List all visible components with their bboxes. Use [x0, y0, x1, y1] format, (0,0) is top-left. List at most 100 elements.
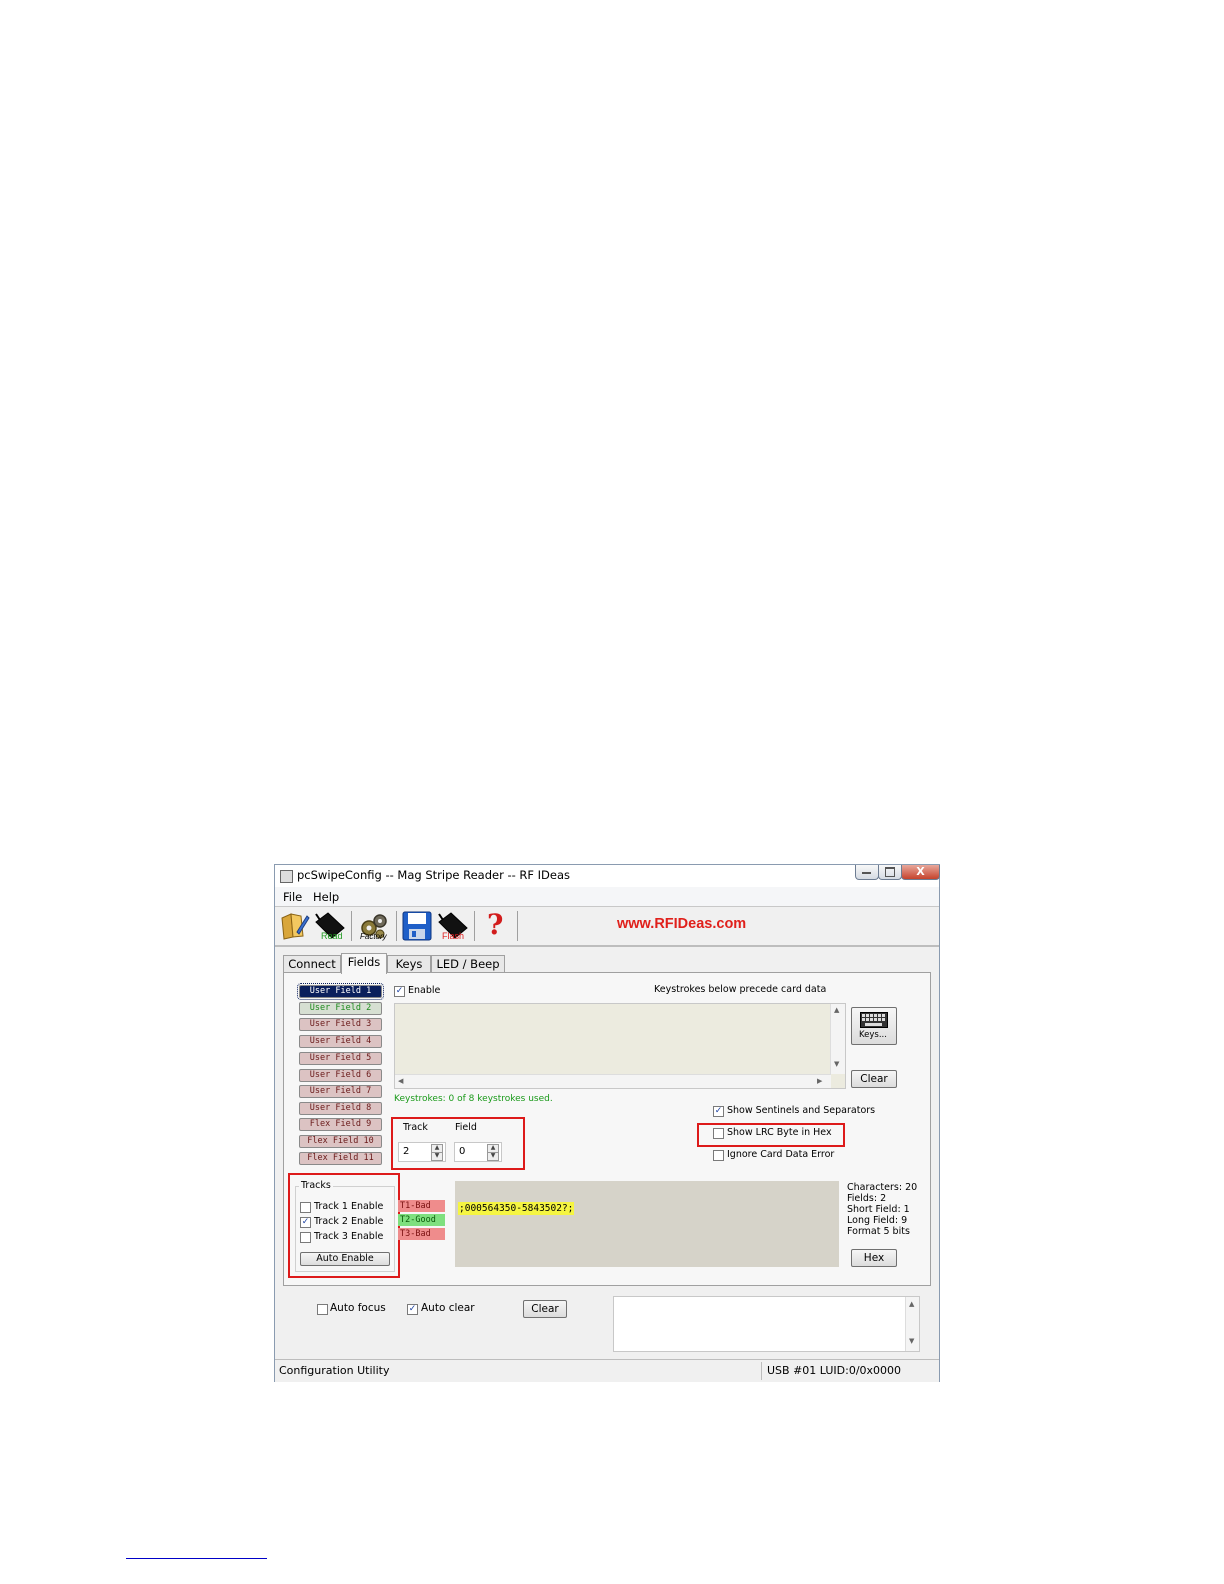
toolbar: Read Factory Flash ? www.RFIDeas.com [275, 907, 939, 947]
enable-label: Enable [408, 985, 441, 996]
show-sentinels-checkbox[interactable]: ✓ [713, 1106, 724, 1117]
toolbar-separator [351, 911, 352, 941]
maximize-button[interactable] [878, 865, 902, 880]
show-lrc-checkbox[interactable] [713, 1128, 724, 1139]
scroll-up-arrow-icon[interactable]: ▲ [834, 1006, 839, 1014]
user-field-7-button[interactable]: User Field 7 [299, 1085, 382, 1098]
user-field-2-button[interactable]: User Field 2 [299, 1002, 382, 1015]
factory-label: Factory [360, 932, 387, 941]
app-icon [280, 870, 293, 883]
track-stepper[interactable]: 2 ▲ ▼ [398, 1142, 446, 1162]
user-field-4-button[interactable]: User Field 4 [299, 1035, 382, 1048]
toolbar-separator [517, 911, 518, 941]
read-label: Read [321, 931, 343, 941]
card-data-display: ;000564350-5843502?; [455, 1181, 839, 1267]
track-value: 2 [403, 1146, 410, 1157]
flex-field-9-button[interactable]: Flex Field 9 [299, 1118, 382, 1131]
auto-focus-label: Auto focus [330, 1302, 386, 1314]
auto-clear-label: Auto clear [421, 1302, 475, 1314]
format-info: Format 5 bits [847, 1226, 910, 1237]
keystrokes-textarea[interactable]: ▲ ▼ ◀ ▶ [394, 1003, 846, 1089]
keys-button[interactable]: Keys... [851, 1007, 897, 1045]
field-label: Field [455, 1122, 477, 1133]
menu-bar: File Help [275, 887, 939, 907]
track-2-label: Track 2 Enable [314, 1216, 384, 1227]
scroll-down-arrow-icon[interactable]: ▼ [909, 1337, 914, 1345]
keyboard-icon [860, 1012, 888, 1028]
auto-enable-button[interactable]: Auto Enable [300, 1252, 390, 1266]
status-divider [761, 1362, 762, 1380]
website-link[interactable]: www.RFIDeas.com [617, 916, 746, 932]
toolbar-separator [396, 911, 397, 941]
ignore-error-label: Ignore Card Data Error [727, 1149, 835, 1160]
show-lrc-label: Show LRC Byte in Hex [727, 1127, 832, 1138]
tab-led-beep[interactable]: LED / Beep [431, 955, 505, 973]
tab-fields[interactable]: Fields [341, 953, 387, 974]
field-stepper[interactable]: 0 ▲ ▼ [454, 1142, 502, 1162]
footnote-separator-line [126, 1558, 267, 1559]
track-3-label: Track 3 Enable [314, 1231, 384, 1242]
track-2-status: T2-Good [398, 1214, 445, 1226]
toolbar-separator [474, 911, 475, 941]
auto-clear-checkbox[interactable]: ✓ [407, 1304, 418, 1315]
app-window: pcSwipeConfig -- Mag Stripe Reader -- RF… [274, 864, 940, 1382]
scroll-left-arrow-icon[interactable]: ◀ [398, 1077, 403, 1085]
track-1-checkbox[interactable] [300, 1202, 311, 1213]
tab-keys[interactable]: Keys [387, 955, 431, 973]
status-bar: Configuration Utility USB #01 LUID:0/0x0… [275, 1359, 939, 1382]
track-label: Track [403, 1122, 428, 1133]
short-field-info: Short Field: 1 [847, 1204, 910, 1215]
user-field-8-button[interactable]: User Field 8 [299, 1102, 382, 1115]
field-value: 0 [459, 1146, 466, 1157]
long-field-info: Long Field: 9 [847, 1215, 908, 1226]
flex-field-10-button[interactable]: Flex Field 10 [299, 1135, 382, 1148]
menu-file[interactable]: File [283, 890, 302, 904]
track-3-status: T3-Bad [398, 1228, 445, 1240]
tracks-group-label: Tracks [299, 1180, 333, 1191]
close-button[interactable]: X [901, 865, 940, 880]
user-field-1-button[interactable]: User Field 1 [297, 983, 384, 1000]
user-field-3-button[interactable]: User Field 3 [299, 1018, 382, 1031]
track-1-status: T1-Bad [398, 1200, 445, 1212]
fields-panel: User Field 1 User Field 2 User Field 3 U… [283, 972, 931, 1286]
fields-count: Fields: 2 [847, 1193, 887, 1204]
scroll-up-arrow-icon[interactable]: ▲ [909, 1300, 914, 1308]
log-scrollbar[interactable]: ▲ ▼ [905, 1297, 919, 1351]
flex-field-11-button[interactable]: Flex Field 11 [299, 1152, 382, 1165]
tab-connect[interactable]: Connect [283, 955, 341, 973]
user-field-5-button[interactable]: User Field 5 [299, 1052, 382, 1065]
menu-help[interactable]: Help [313, 890, 339, 904]
minimize-icon [862, 872, 871, 874]
open-folder-icon[interactable] [279, 910, 311, 942]
status-left: Configuration Utility [279, 1364, 390, 1377]
hex-button[interactable]: Hex [851, 1249, 897, 1267]
bottom-clear-button[interactable]: Clear [523, 1300, 567, 1318]
keystroke-clear-button[interactable]: Clear [851, 1070, 897, 1088]
stepper-down-icon[interactable]: ▼ [431, 1152, 443, 1161]
save-disk-icon[interactable] [401, 910, 433, 942]
close-icon: X [916, 865, 925, 878]
help-question-icon[interactable]: ? [487, 908, 503, 941]
stepper-down-icon[interactable]: ▼ [487, 1152, 499, 1161]
log-output-box[interactable]: ▲ ▼ [613, 1296, 920, 1352]
user-field-6-button[interactable]: User Field 6 [299, 1069, 382, 1082]
keystrokes-used-text: Keystrokes: 0 of 8 keystrokes used. [394, 1094, 553, 1104]
enable-checkbox[interactable]: ✓ [394, 986, 405, 997]
characters-count: Characters: 20 [847, 1182, 918, 1193]
track-2-checkbox[interactable]: ✓ [300, 1217, 311, 1228]
track-3-checkbox[interactable] [300, 1232, 311, 1243]
keys-button-label: Keys... [859, 1030, 887, 1040]
card-data-text: ;000564350-5843502?; [458, 1202, 575, 1215]
ignore-error-checkbox[interactable] [713, 1150, 724, 1161]
horizontal-scrollbar[interactable]: ◀ ▶ [395, 1074, 831, 1088]
flash-label: Flash [442, 931, 465, 941]
vertical-scrollbar[interactable]: ▲ ▼ [830, 1004, 845, 1074]
track-1-label: Track 1 Enable [314, 1201, 384, 1212]
auto-focus-checkbox[interactable] [317, 1304, 328, 1315]
scroll-right-arrow-icon[interactable]: ▶ [817, 1077, 822, 1085]
minimize-button[interactable] [855, 865, 879, 880]
show-sentinels-label: Show Sentinels and Separators [727, 1105, 876, 1116]
window-title: pcSwipeConfig -- Mag Stripe Reader -- RF… [297, 868, 571, 882]
scroll-down-arrow-icon[interactable]: ▼ [834, 1060, 839, 1068]
status-right: USB #01 LUID:0/0x0000 [767, 1364, 902, 1377]
